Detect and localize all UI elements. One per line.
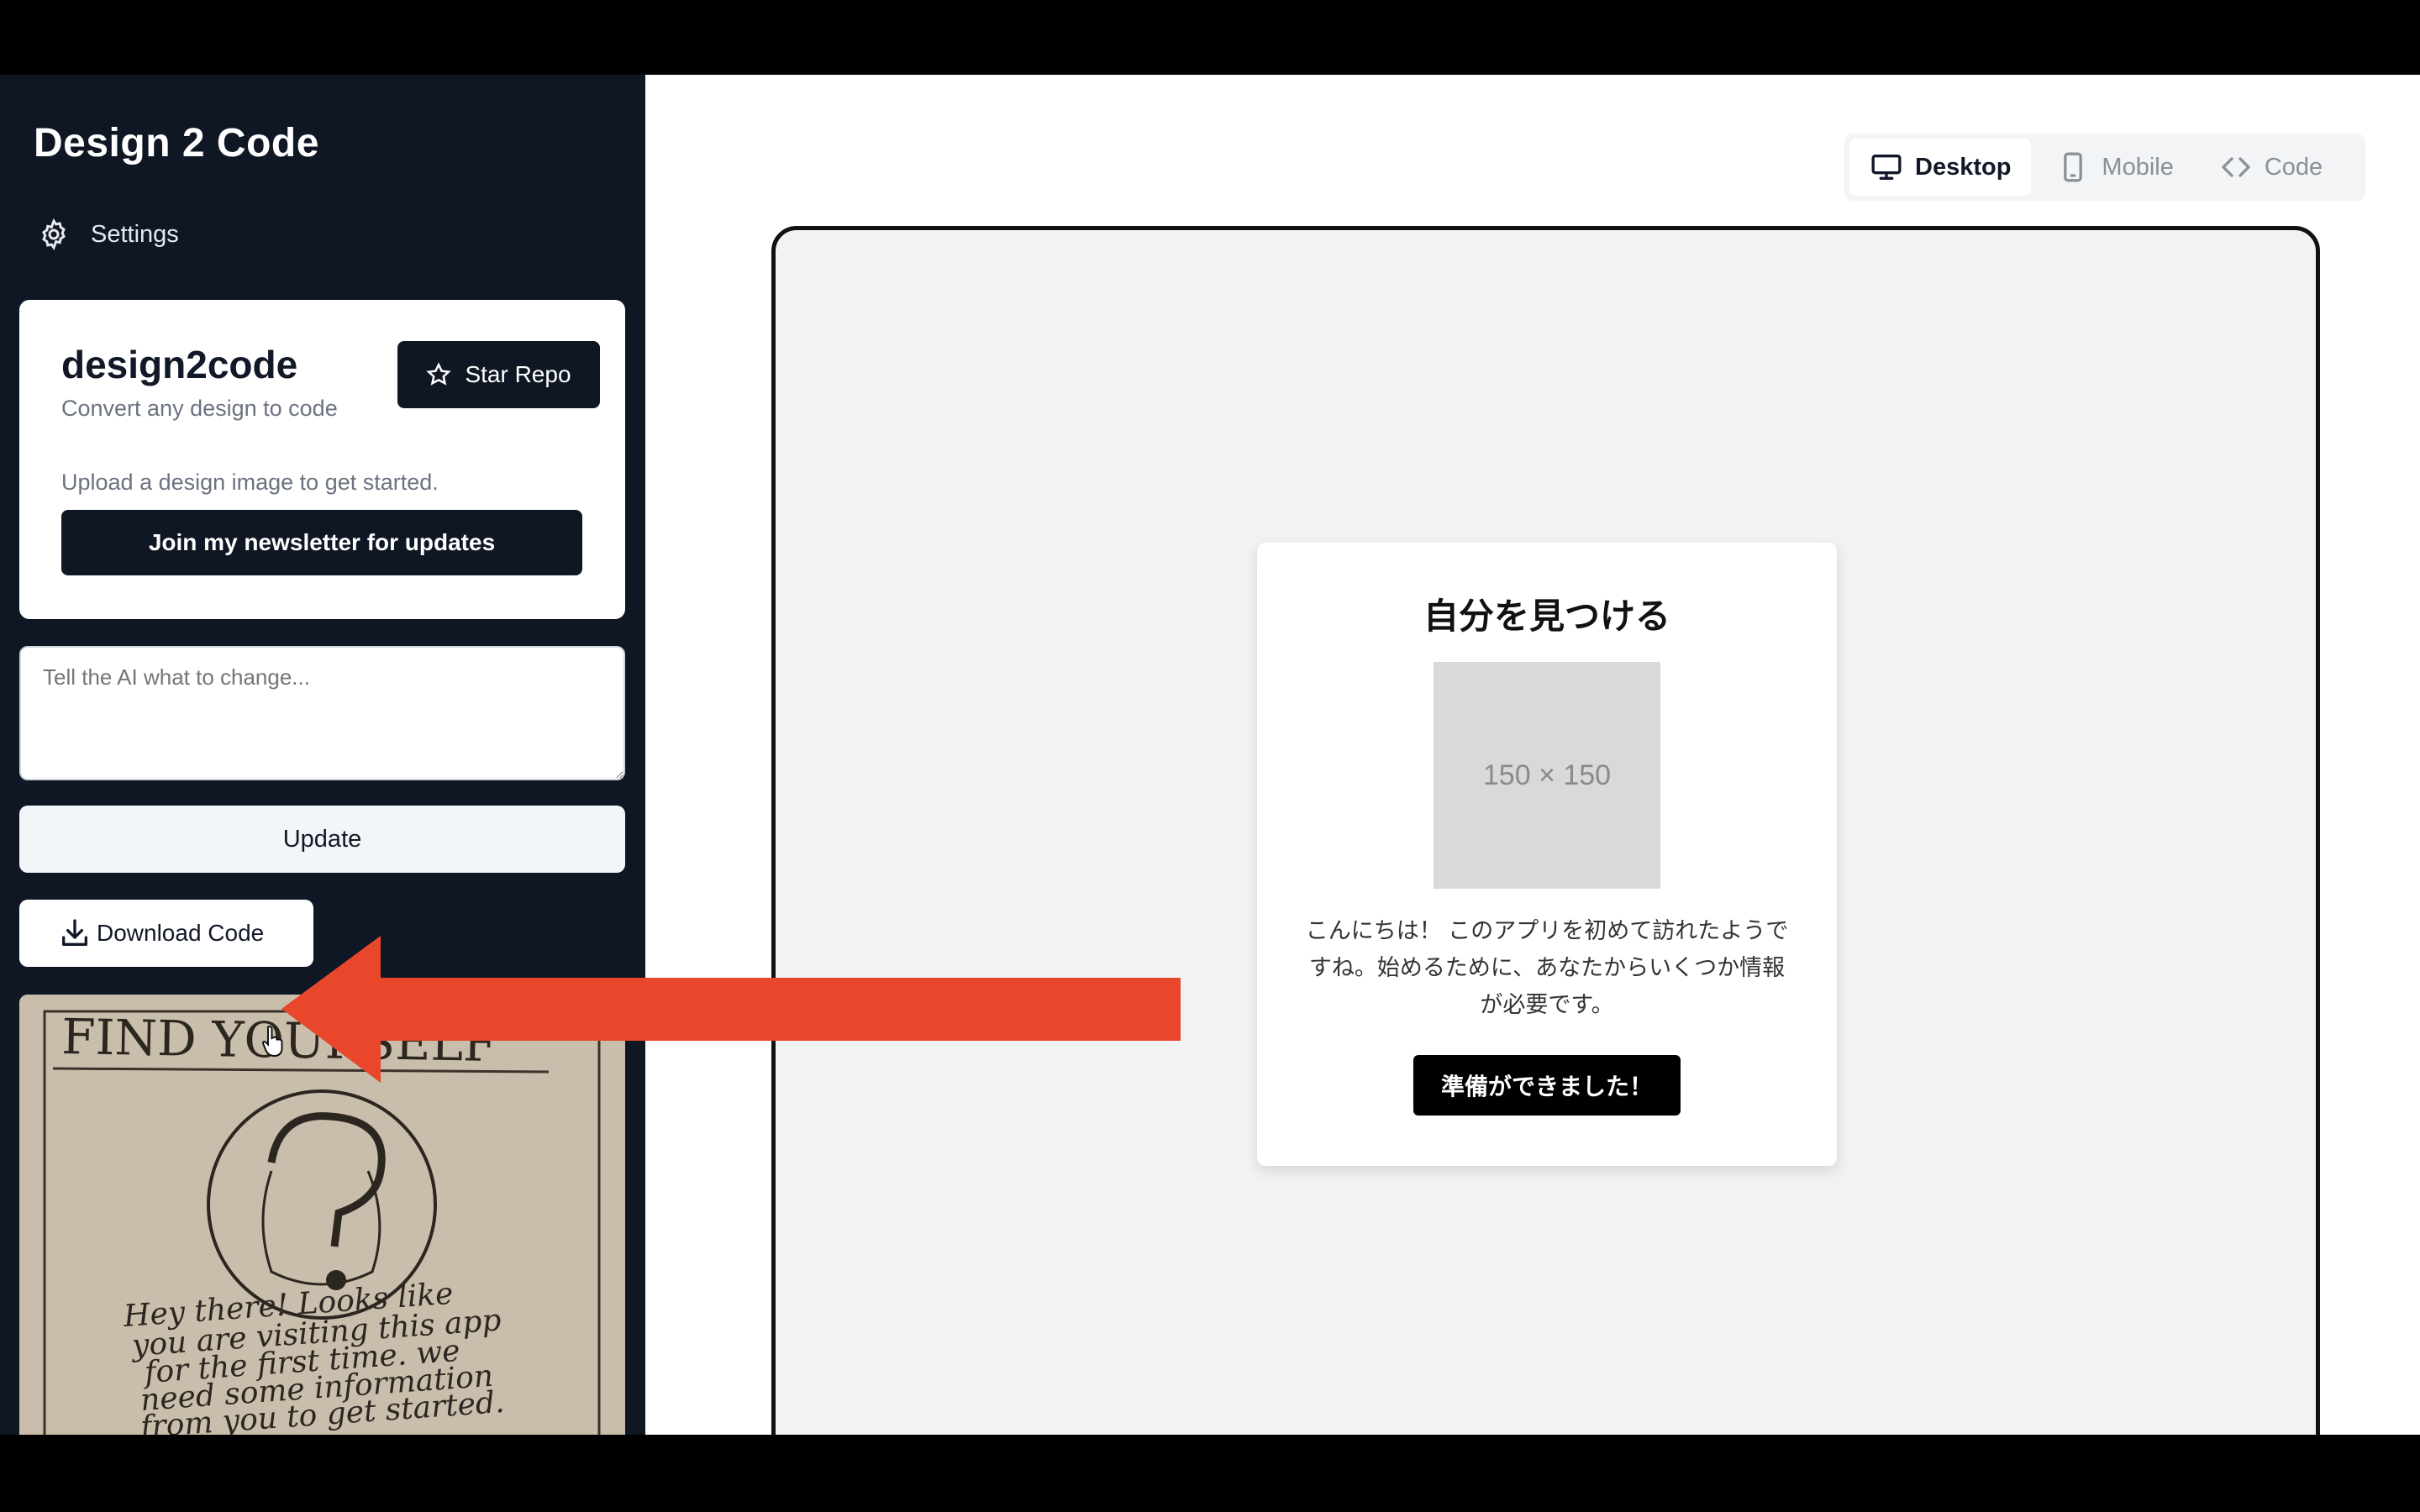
newsletter-button[interactable]: Join my newsletter for updates bbox=[61, 510, 582, 575]
settings-link[interactable]: Settings bbox=[37, 218, 179, 251]
update-button[interactable]: Update bbox=[19, 806, 625, 873]
tab-mobile-label: Mobile bbox=[2102, 153, 2174, 181]
preview-title: 自分を見つける bbox=[1423, 596, 1670, 636]
info-card: design2code Convert any design to code S… bbox=[19, 300, 625, 619]
letterbox-bottom bbox=[0, 1435, 2420, 1512]
hand-cursor-icon bbox=[262, 1026, 283, 1057]
change-prompt-input[interactable] bbox=[19, 646, 625, 780]
code-brackets-icon bbox=[2222, 157, 2250, 177]
upload-note: Upload a design image to get started. bbox=[61, 470, 439, 495]
gear-icon bbox=[42, 218, 66, 251]
letterbox-top bbox=[0, 0, 2420, 75]
smartphone-icon bbox=[2064, 152, 2083, 182]
monitor-icon bbox=[1871, 155, 1902, 180]
download-code-label: Download Code bbox=[97, 920, 265, 946]
tab-code[interactable]: Code bbox=[2199, 139, 2343, 196]
star-repo-label: Star Repo bbox=[465, 361, 571, 387]
star-icon bbox=[426, 362, 452, 386]
tab-desktop[interactable]: Desktop bbox=[1849, 139, 2032, 196]
card-subtitle: Convert any design to code bbox=[61, 396, 338, 421]
tab-code-label: Code bbox=[2264, 153, 2323, 181]
preview-ready-button[interactable]: 準備ができました！ bbox=[1413, 1055, 1681, 1116]
red-arrow-annotation bbox=[281, 936, 1181, 1083]
preview-body-text: こんにちは！ このアプリを初めて訪れたようですね。始めるために、あなたからいくつ… bbox=[1305, 918, 1789, 1017]
app-window: Design 2 Code Settings design2code Conve… bbox=[0, 75, 2420, 1435]
settings-label: Settings bbox=[91, 220, 179, 248]
app-title: Design 2 Code bbox=[34, 121, 319, 165]
preview-card: 自分を見つける 150 × 150 こんにちは！ このアプリを初めて訪れたようで… bbox=[1257, 543, 1837, 1166]
sidebar: Design 2 Code Settings design2code Conve… bbox=[0, 75, 645, 1435]
download-code-button[interactable]: Download Code bbox=[19, 900, 313, 967]
placeholder-image: 150 × 150 bbox=[1434, 662, 1660, 889]
star-repo-button[interactable]: Star Repo bbox=[397, 341, 600, 408]
view-toggle: Desktop Mobile Code bbox=[1844, 134, 2365, 201]
card-title: design2code bbox=[61, 343, 298, 386]
download-icon bbox=[62, 919, 88, 946]
placeholder-image-label: 150 × 150 bbox=[1482, 759, 1612, 791]
tab-mobile[interactable]: Mobile bbox=[2036, 139, 2193, 196]
tab-desktop-label: Desktop bbox=[1915, 153, 2012, 181]
